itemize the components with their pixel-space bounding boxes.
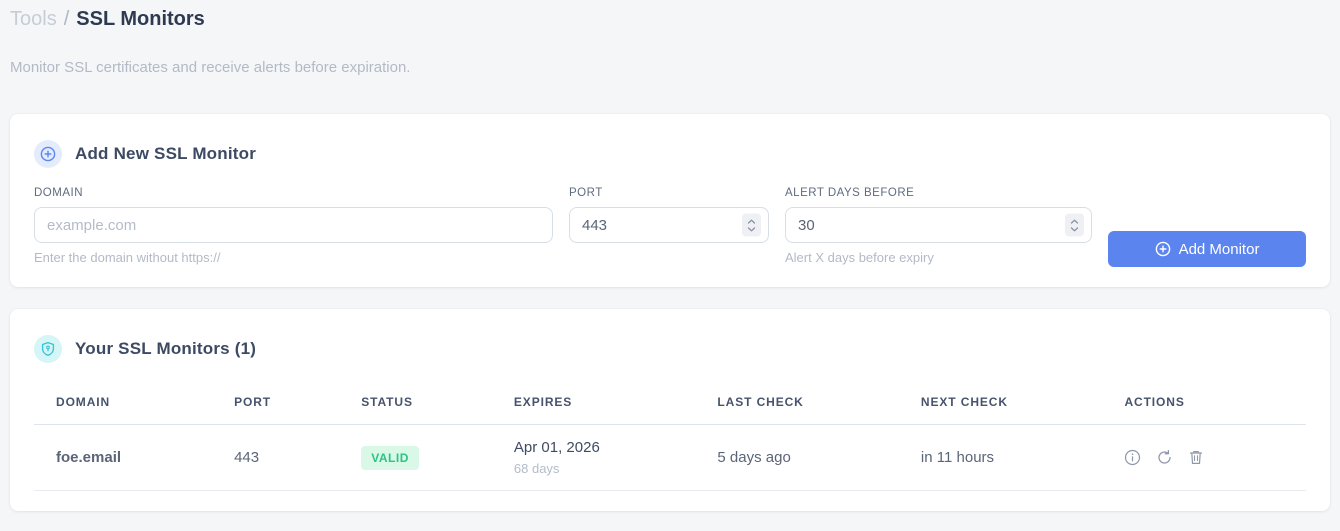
port-input[interactable] [570,208,768,242]
monitors-list-card: Your SSL Monitors (1) DOMAIN PORT STATUS… [10,309,1330,511]
col-header-actions: ACTIONS [1102,385,1306,425]
monitors-list-title: Your SSL Monitors (1) [75,339,257,358]
delete-button[interactable] [1188,449,1204,466]
port-stepper[interactable] [742,213,761,237]
add-monitor-form: DOMAIN Enter the domain without https://… [34,187,1306,267]
alert-days-field-group: ALERT DAYS BEFORE Alert X days before ex… [785,187,1092,265]
alert-days-label: ALERT DAYS BEFORE [785,187,915,199]
add-monitor-card-header: Add New SSL Monitor [34,140,1306,168]
expires-days-remaining: 68 days [513,461,560,476]
refresh-icon [1158,449,1172,464]
plus-circle-icon [34,140,62,168]
monitors-table: DOMAIN PORT STATUS EXPIRES LAST CHECK NE… [34,385,1306,491]
alert-days-stepper[interactable] [1065,213,1084,237]
domain-label: DOMAIN [34,187,83,199]
breadcrumb: Tools / SSL Monitors [10,6,1330,32]
monitor-domain: foe.email [34,424,213,491]
plus-circle-icon [1155,241,1171,257]
ssl-monitors-page: Tools / SSL Monitors Monitor SSL certifica… [0,0,1340,511]
alert-days-input-wrap [785,207,1092,243]
add-monitor-title: Add New SSL Monitor [75,144,257,163]
monitor-last-check: 5 days ago [695,424,899,491]
refresh-button[interactable] [1156,449,1173,466]
breadcrumb-separator: / [63,8,70,30]
info-icon [1125,449,1141,466]
status-badge: VALID [361,445,419,470]
monitors-list-header: Your SSL Monitors (1) [34,335,1306,363]
domain-field-group: DOMAIN Enter the domain without https:// [34,187,553,265]
monitor-next-check[interactable]: in 11 hours [898,424,1103,491]
expires-date: Apr 01, 2026 [513,439,600,456]
col-header-last-check: LAST CHECK [695,385,899,425]
info-button[interactable] [1124,449,1141,466]
page-subtitle: Monitor SSL certificates and receive ale… [10,59,411,76]
add-monitor-button-label: Add Monitor [1178,240,1260,258]
col-header-domain: DOMAIN [34,385,213,425]
domain-input[interactable] [35,208,552,242]
col-header-next-check: NEXT CHECK [898,385,1103,425]
monitor-expires-cell: Apr 01, 2026 68 days [491,424,696,491]
table-header-row: DOMAIN PORT STATUS EXPIRES LAST CHECK NE… [34,385,1306,425]
col-header-status: STATUS [339,385,492,425]
table-row: foe.email 443 VALID Apr 01, 2026 68 days… [34,424,1306,491]
port-label: PORT [569,187,603,199]
trash-icon [1190,451,1203,464]
alert-days-hint: Alert X days before expiry [785,250,934,265]
add-monitor-button[interactable]: Add Monitor [1108,231,1306,267]
monitor-port: 443 [212,424,340,491]
port-field-group: PORT [569,187,769,243]
monitor-status-cell: VALID [339,424,492,491]
alert-days-input[interactable] [786,208,1091,242]
domain-input-wrap [34,207,553,243]
breadcrumb-tools[interactable]: Tools [10,8,57,30]
shield-icon [34,335,62,363]
col-header-port: PORT [212,385,340,425]
page-title: SSL Monitors [76,8,205,30]
monitor-actions-cell [1102,424,1306,491]
port-input-wrap [569,207,769,243]
domain-hint: Enter the domain without https:// [34,250,221,265]
add-monitor-card: Add New SSL Monitor DOMAIN Enter the dom… [10,114,1330,287]
col-header-expires: EXPIRES [491,385,696,425]
